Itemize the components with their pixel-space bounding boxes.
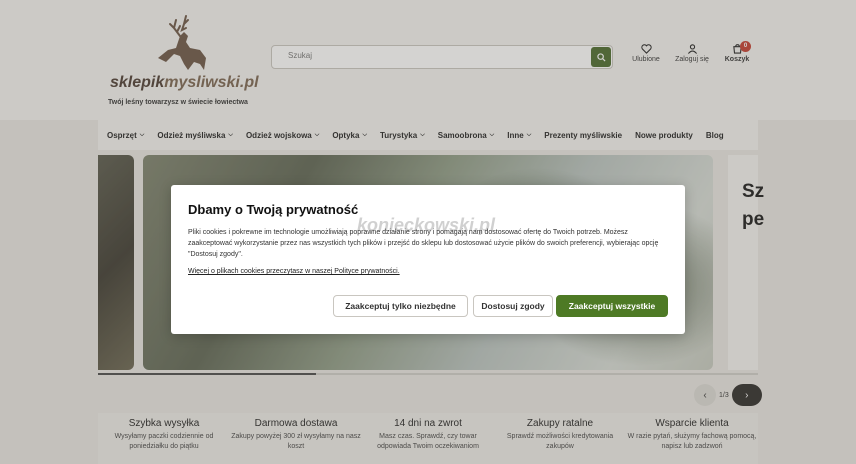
accept-necessary-button[interactable]: Zaakceptuj tylko niezbędne (333, 295, 468, 317)
privacy-policy-link[interactable]: Więcej o plikach cookies przeczytasz w n… (188, 268, 400, 275)
cookie-consent-modal: Dbamy o Twoją prywatność konieckowski.pl… (171, 185, 685, 334)
modal-title: Dbamy o Twoją prywatność (188, 202, 359, 217)
customize-consents-button[interactable]: Dostosuj zgody (473, 295, 553, 317)
modal-body-text: Pliki cookies i pokrewne im technologie … (188, 229, 659, 258)
accept-all-button[interactable]: Zaakceptuj wszystkie (556, 295, 668, 317)
